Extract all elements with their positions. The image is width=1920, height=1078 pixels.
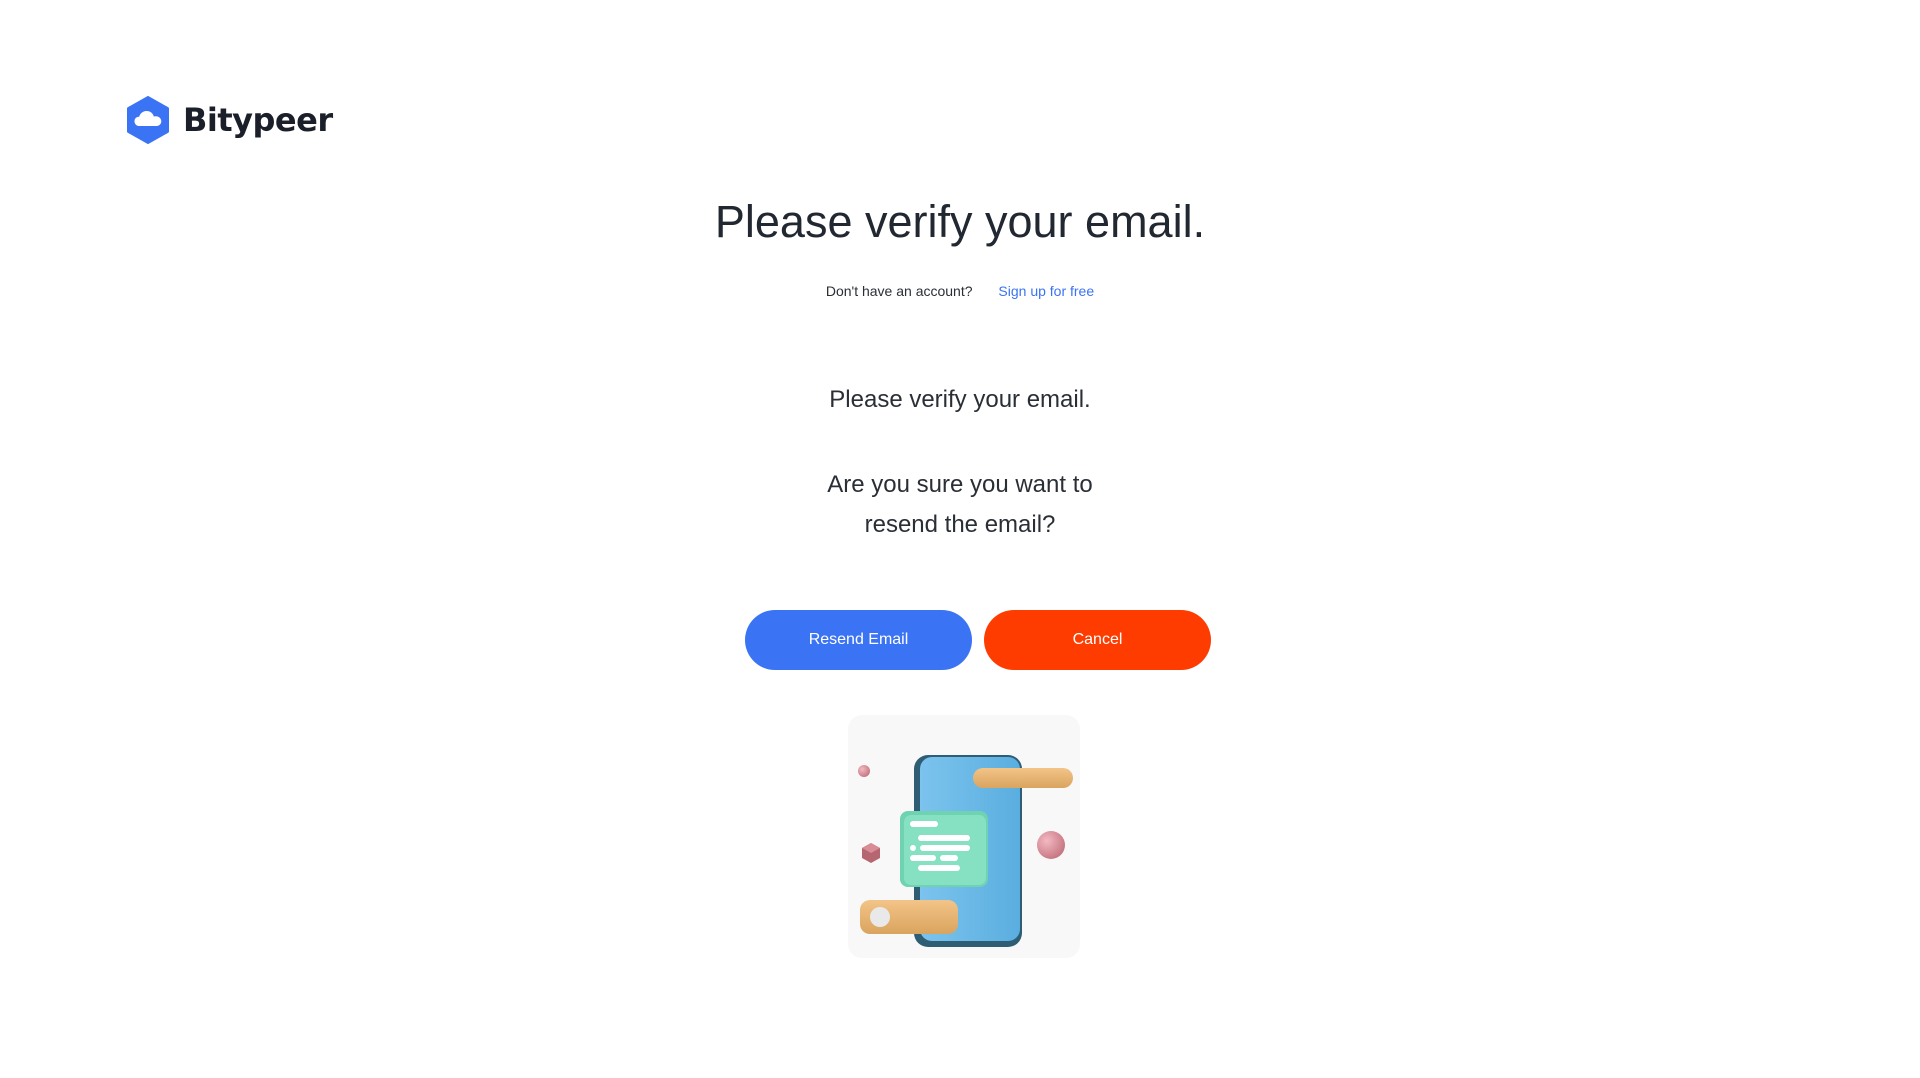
signup-link[interactable]: Sign up for free [998,283,1094,299]
confirm-line-1: Are you sure you want to [827,471,1093,498]
resend-confirm-message: Are you sure you want to resend the emai… [0,465,1920,545]
brand-name: Bitypeer [183,101,333,139]
signup-row: Don't have an account? Sign up for free [0,281,1920,301]
confirm-line-2: resend the email? [864,511,1056,538]
cancel-button[interactable]: Cancel [984,610,1211,670]
page-title: Please verify your email. [714,196,1206,247]
signup-prompt: Don't have an account? [825,283,973,299]
verify-email-page: Bitypeer Please verify your email. Don't… [0,0,1920,1078]
verify-message: Please verify your email. [829,386,1091,413]
resend-email-button[interactable]: Resend Email [745,610,972,670]
phone-message-illustration [848,715,1080,958]
brand-logo[interactable]: Bitypeer [125,96,333,144]
cloud-hexagon-icon [127,96,169,144]
